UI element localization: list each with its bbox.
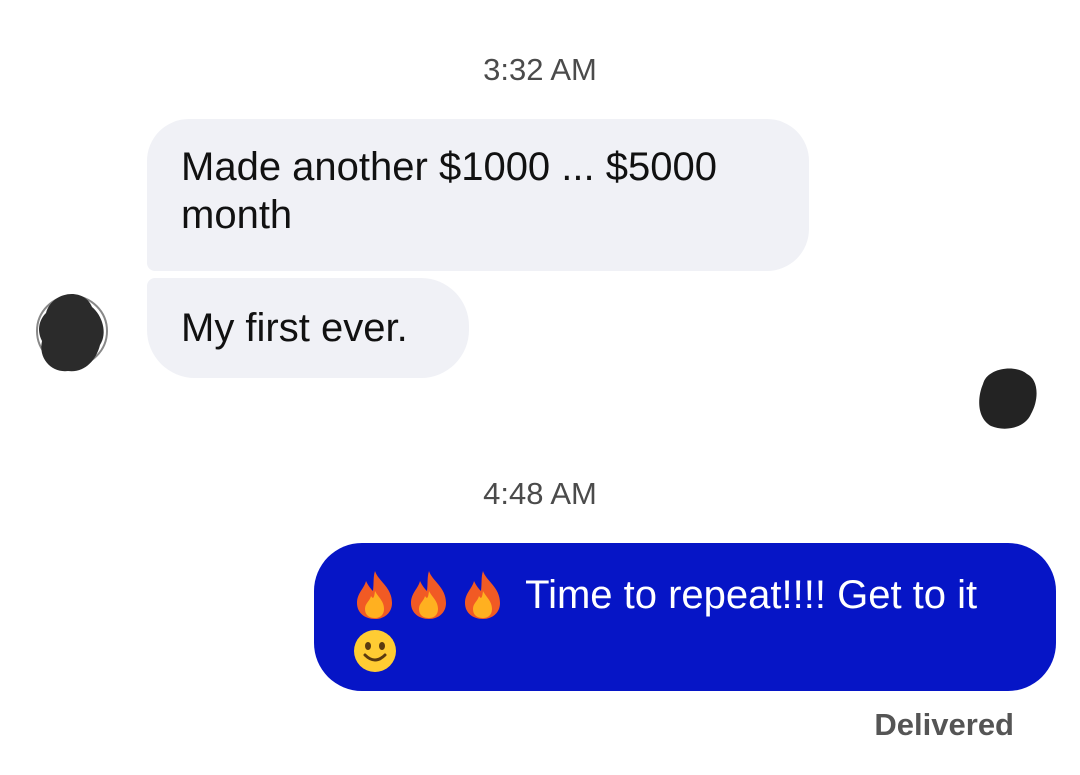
sender-avatar[interactable] xyxy=(34,285,110,375)
message-text: My first ever. xyxy=(181,306,408,350)
timestamp: 3:32 AM xyxy=(483,52,597,87)
timestamp: 4:48 AM xyxy=(483,476,597,511)
chat-thread: 3:32 AM Made another $1000 ... $5000 mon… xyxy=(0,0,1080,775)
message-text-line: month xyxy=(181,193,293,237)
fire-icon xyxy=(357,571,392,619)
delivery-status: Delivered xyxy=(874,707,1014,742)
message-line xyxy=(352,621,1032,677)
smiling-face-icon xyxy=(354,630,396,672)
incoming-message-bubble[interactable]: Made another $1000 ... $5000 month xyxy=(147,119,809,271)
fire-icon xyxy=(465,571,500,619)
outgoing-message-bubble[interactable]: Time to repeat!!!! Get to it xyxy=(314,543,1056,691)
message-text: Time to repeat!!!! Get to it xyxy=(525,573,978,617)
message-text-line: Made another $1000 ... $5000 xyxy=(181,145,717,189)
read-receipt-avatar xyxy=(979,368,1037,429)
fire-icon xyxy=(411,571,446,619)
incoming-message-bubble[interactable]: My first ever. xyxy=(147,278,469,378)
message-line: Time to repeat!!!! Get to it xyxy=(352,569,1032,621)
